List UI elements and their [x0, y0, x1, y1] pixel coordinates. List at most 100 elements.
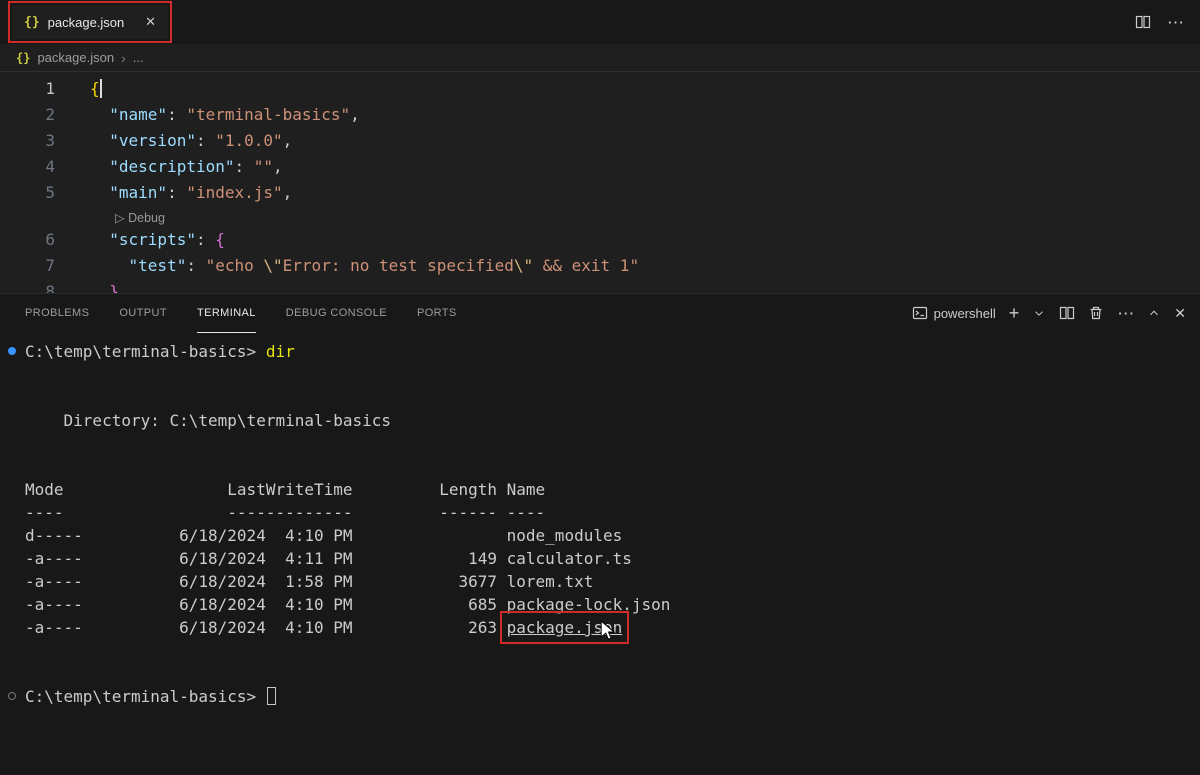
editor-line: 7 "test": "echo \"Error: no test specifi… [0, 253, 1200, 279]
code-token: Error: no test specified [283, 256, 514, 275]
code-token [90, 230, 109, 249]
terminal-text: d----- 6/18/2024 4:10 PM node_modules [25, 526, 622, 545]
terminal-line [25, 432, 1200, 455]
line-content: { [90, 76, 102, 102]
terminal-line: d----- 6/18/2024 4:10 PM node_modules [25, 524, 1200, 547]
editor-caret [100, 79, 102, 98]
terminal-file-link[interactable]: package.json [507, 618, 623, 637]
terminal-text: -a---- 6/18/2024 4:10 PM 263 [25, 618, 507, 637]
panel-actions: powershell + ⋯ ✕ [912, 304, 1186, 322]
trash-icon[interactable] [1088, 305, 1104, 321]
line-content: "description": "", [90, 154, 283, 180]
breadcrumb-symbol[interactable]: ... [133, 50, 144, 65]
code-token: : [167, 183, 186, 202]
breadcrumb-file[interactable]: package.json [37, 50, 114, 65]
close-panel-icon[interactable]: ✕ [1174, 305, 1186, 322]
editor-line: 6 "scripts": { [0, 227, 1200, 253]
line-content: "version": "1.0.0", [90, 128, 292, 154]
terminal-cursor [267, 687, 276, 705]
line-number: 5 [0, 180, 55, 206]
code-token: { [90, 79, 100, 98]
terminal-line: ---- ------------- ------ ---- [25, 501, 1200, 524]
panel-tab-problems[interactable]: PROBLEMS [25, 294, 89, 333]
editor-actions: ⋯ [1135, 14, 1184, 31]
line-number: 8 [0, 279, 55, 293]
terminal-content[interactable]: C:\temp\terminal-basics> dir Directory: … [0, 332, 1200, 708]
tab-label: package.json [48, 15, 125, 30]
panel-tab-debug-console[interactable]: DEBUG CONSOLE [286, 294, 387, 333]
panel-header: PROBLEMS OUTPUT TERMINAL DEBUG CONSOLE PORTS… [0, 294, 1200, 332]
panel-tab-terminal[interactable]: TERMINAL [197, 294, 256, 333]
more-actions-icon[interactable]: ⋯ [1167, 14, 1184, 31]
editor[interactable]: 1{2 "name": "terminal-basics",3 "version… [0, 72, 1200, 293]
code-token [90, 256, 129, 275]
json-file-icon: {} [16, 51, 30, 65]
chevron-right-icon: › [121, 50, 126, 66]
line-content: "main": "index.js", [90, 180, 292, 206]
panel-more-actions-icon[interactable]: ⋯ [1117, 305, 1134, 322]
panel-tab-ports[interactable]: PORTS [417, 294, 457, 333]
terminal-prompt: C:\temp\terminal-basics> [25, 687, 266, 706]
shell-name: powershell [934, 306, 996, 321]
terminal-line [25, 455, 1200, 478]
code-token: { [215, 230, 225, 249]
tab-package-json[interactable]: {} package.json ✕ [12, 5, 168, 39]
code-token: : [196, 230, 215, 249]
code-token: "name" [109, 105, 167, 124]
editor-line: 1{ [0, 76, 1200, 102]
code-token: : [196, 131, 215, 150]
code-token [90, 183, 109, 202]
code-token: , [283, 183, 293, 202]
active-shell[interactable]: powershell [912, 305, 996, 321]
code-token: "1.0.0" [215, 131, 282, 150]
terminal-text: Mode LastWriteTime Length Name [25, 480, 545, 499]
command-decoration-icon[interactable] [8, 347, 16, 355]
editor-line: 4 "description": "", [0, 154, 1200, 180]
pending-command-decoration-icon[interactable] [8, 692, 16, 700]
code-token: \" [263, 256, 282, 275]
terminal-line [25, 386, 1200, 409]
line-content: "scripts": { [90, 227, 225, 253]
terminal-line: -a---- 6/18/2024 4:10 PM 685 package-loc… [25, 593, 1200, 616]
code-token: "version" [109, 131, 196, 150]
code-token: } [109, 282, 119, 293]
terminal-text: ---- ------------- ------ ---- [25, 503, 545, 522]
editor-lines: 1{2 "name": "terminal-basics",3 "version… [0, 76, 1200, 293]
code-token: : [167, 105, 186, 124]
code-token: , [350, 105, 360, 124]
code-token: : [186, 256, 205, 275]
code-token: "main" [109, 183, 167, 202]
codelens-debug-action[interactable]: ▷ Debug [115, 211, 165, 225]
terminal-line [25, 639, 1200, 662]
code-token: "index.js" [186, 183, 282, 202]
panel-tab-output[interactable]: OUTPUT [119, 294, 167, 333]
code-token: : [235, 157, 254, 176]
split-editor-icon[interactable] [1135, 14, 1151, 30]
vscode-window: {} package.json ✕ ⋯ {} package.json › ..… [0, 0, 1200, 775]
code-token: \" [514, 256, 533, 275]
terminal-line: C:\temp\terminal-basics> dir [25, 340, 1200, 363]
code-token [90, 157, 109, 176]
chevron-up-icon[interactable] [1147, 306, 1161, 320]
close-icon[interactable]: ✕ [139, 14, 156, 30]
line-content: "test": "echo \"Error: no test specified… [90, 253, 639, 279]
line-number: 1 [0, 76, 55, 102]
split-terminal-icon[interactable] [1059, 305, 1075, 321]
terminal-line: C:\temp\terminal-basics> [25, 685, 1200, 708]
new-terminal-icon[interactable]: + [1009, 304, 1020, 322]
line-number: 3 [0, 128, 55, 154]
terminal-text: Directory: C:\temp\terminal-basics [25, 411, 391, 430]
line-number: 6 [0, 227, 55, 253]
chevron-down-icon[interactable] [1032, 306, 1046, 320]
code-token: "" [254, 157, 273, 176]
line-content: ▷ Debug [90, 206, 165, 227]
code-token: "scripts" [109, 230, 196, 249]
panel-tabs: PROBLEMS OUTPUT TERMINAL DEBUG CONSOLE PORTS [25, 294, 457, 332]
terminal-line [25, 662, 1200, 685]
code-token [90, 282, 109, 293]
line-number: 4 [0, 154, 55, 180]
line-number [0, 206, 55, 227]
code-token: , [273, 157, 283, 176]
code-token [90, 131, 109, 150]
breadcrumb: {} package.json › ... [0, 44, 1200, 72]
